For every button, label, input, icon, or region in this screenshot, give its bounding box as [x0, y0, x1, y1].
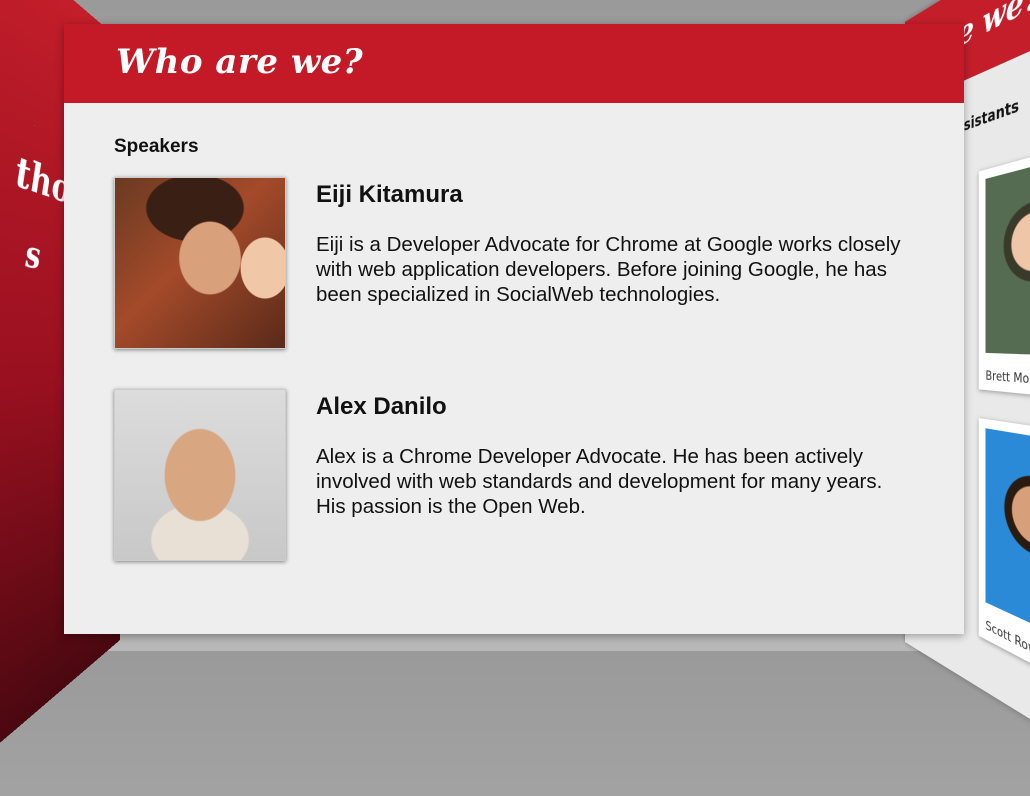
previous-slide-subtitle: s	[25, 231, 41, 279]
speaker-name: Alex Danilo	[316, 393, 447, 420]
assistant-name: Scott Rowe	[985, 617, 1030, 663]
assistant-card: Brett Morgan	[978, 137, 1030, 402]
speaker-bio: Alex is a Chrome Developer Advocate. He …	[316, 445, 883, 518]
assistant-photo	[985, 151, 1030, 357]
current-slide: Who are we? Speakers Eiji Kitamura Eiji …	[64, 24, 964, 634]
section-label: Speakers	[114, 136, 199, 157]
speaker-photo	[114, 177, 286, 349]
speaker-name: Eiji Kitamura	[316, 181, 463, 208]
assistant-card: Scott Rowe	[978, 417, 1030, 701]
slide-header: Who are we?	[64, 24, 964, 103]
assistant-name: Brett Morgan	[985, 367, 1030, 390]
speaker-photo	[114, 389, 286, 561]
slide-title: Who are we?	[116, 42, 364, 82]
assistant-photo	[985, 428, 1030, 652]
speaker-bio: Eiji is a Developer Advocate for Chrome …	[316, 233, 901, 306]
